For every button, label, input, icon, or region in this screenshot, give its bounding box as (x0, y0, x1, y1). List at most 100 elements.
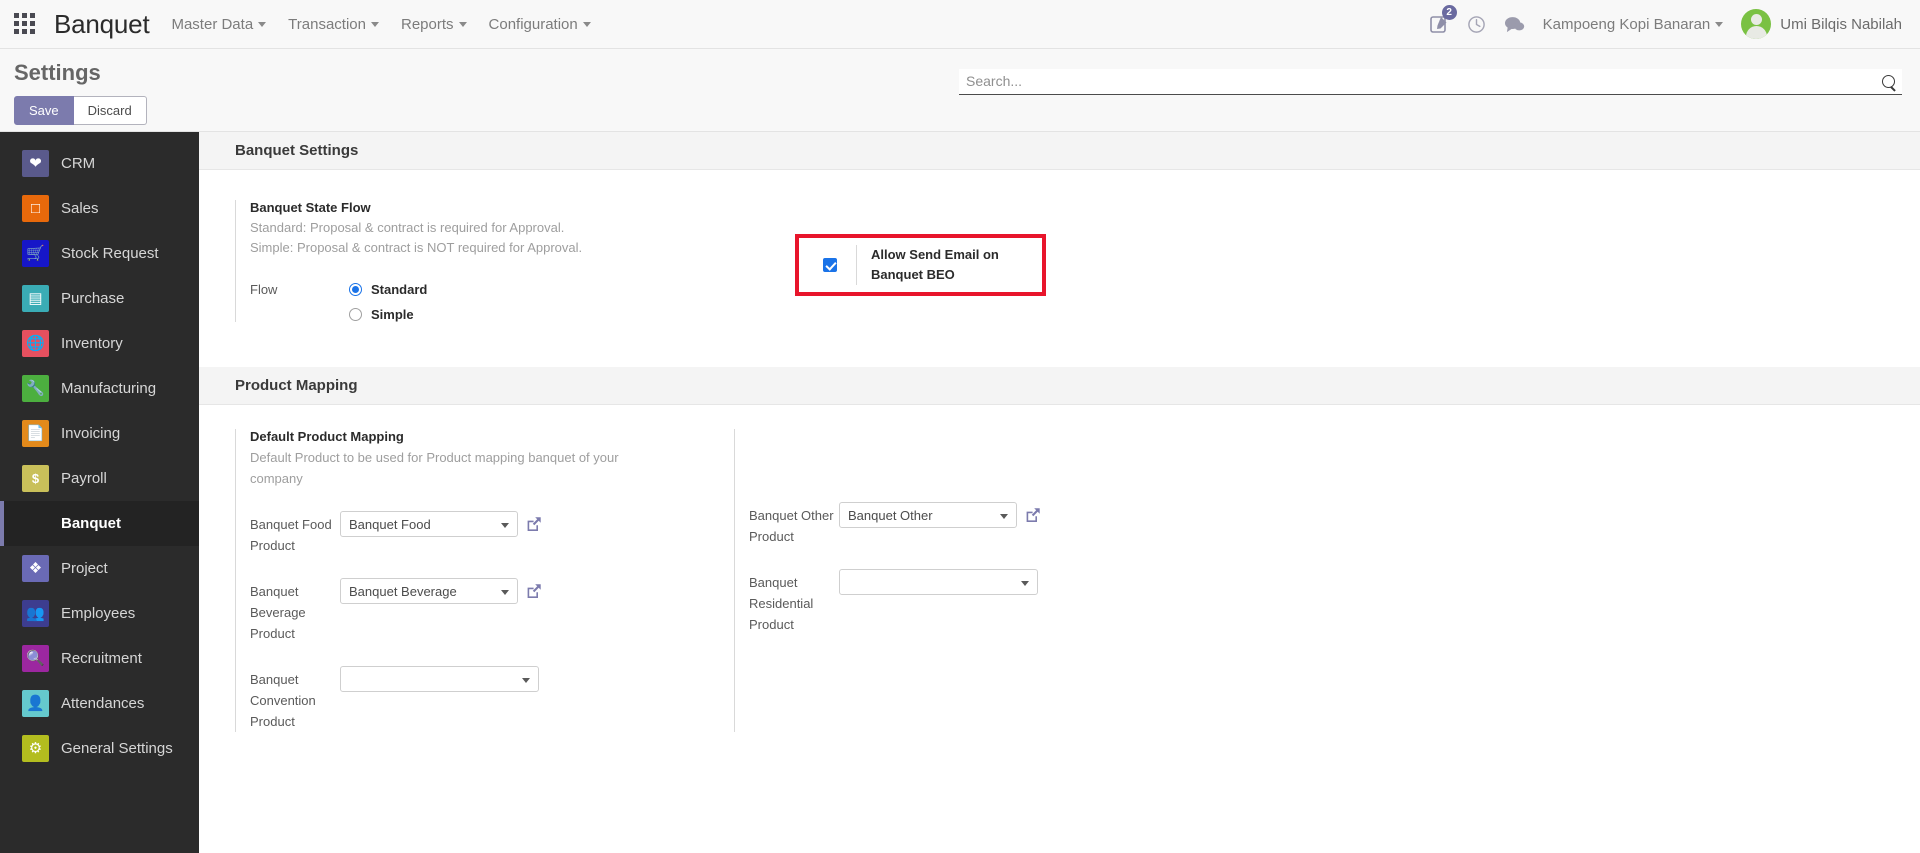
product-mapping-body: Default Product Mapping Default Product … (199, 405, 1920, 732)
select-value: Banquet Other (848, 507, 933, 523)
field-banquet-other-product: Banquet Other Product Banquet Other (749, 502, 1233, 547)
menu-master-data-label: Master Data (171, 15, 254, 33)
sidebar-item-label: Sales (61, 200, 99, 217)
chat-bubble-icon (1504, 16, 1524, 32)
flow-label: Flow (250, 282, 278, 297)
sidebar-item-sales[interactable]: □ Sales (0, 186, 199, 231)
radio-flow-simple[interactable]: Simple (349, 307, 427, 322)
external-link-icon[interactable] (526, 516, 542, 532)
default-product-mapping-desc: Default Product to be used for Product m… (250, 450, 619, 486)
apps-grid-icon[interactable] (14, 13, 36, 35)
control-panel: Settings Save Discard (0, 49, 1920, 132)
attendances-icon: 👤 (22, 690, 49, 717)
banquet-beverage-product-select[interactable]: Banquet Beverage (340, 578, 518, 604)
radio-flow-simple-label: Simple (371, 307, 414, 322)
default-product-mapping-title: Default Product Mapping (250, 429, 404, 444)
chevron-down-icon (522, 678, 530, 683)
sidebar-item-general-settings[interactable]: ⚙ General Settings (0, 726, 199, 771)
menu-transaction[interactable]: Transaction (288, 16, 379, 33)
general-settings-icon: ⚙ (22, 735, 49, 762)
field-label: Banquet Food Product (250, 517, 332, 553)
manufacturing-icon: 🔧 (22, 375, 49, 402)
allow-send-email-label: Allow Send Email on Banquet BEO (871, 247, 999, 282)
clock-icon[interactable] (1467, 15, 1486, 34)
sidebar-item-label: Project (61, 560, 108, 577)
sidebar-item-label: Banquet (61, 515, 121, 532)
search-icon[interactable] (1882, 74, 1895, 88)
save-button[interactable]: Save (14, 96, 74, 125)
discard-button[interactable]: Discard (73, 96, 147, 125)
field-label: Banquet Residential Product (749, 575, 814, 632)
chevron-down-icon (1021, 581, 1029, 586)
main-menu: Master Data Transaction Reports Configur… (171, 15, 591, 33)
activities-icon[interactable]: 2 (1429, 5, 1457, 34)
sidebar-item-project[interactable]: ❖ Project (0, 546, 199, 591)
radio-mark-icon (349, 283, 362, 296)
chevron-down-icon (370, 22, 379, 28)
sidebar-item-inventory[interactable]: 🌐 Inventory (0, 321, 199, 366)
sidebar-item-label: Purchase (61, 290, 125, 307)
external-link-icon[interactable] (1025, 507, 1041, 523)
navbar-right-group: 2 Kampoeng Kopi Banaran Umi Bilqis Nabil… (1429, 5, 1902, 39)
search-bar[interactable] (959, 69, 1902, 95)
menu-reports[interactable]: Reports (401, 16, 467, 33)
company-name-label: Kampoeng Kopi Banaran (1542, 15, 1711, 33)
chevron-down-icon (1000, 514, 1008, 519)
banquet-other-product-select[interactable]: Banquet Other (839, 502, 1017, 528)
radio-flow-standard-label: Standard (371, 282, 428, 297)
product-mapping-header: Product Mapping (199, 367, 1920, 405)
purchase-icon: ▤ (22, 285, 49, 312)
sidebar-item-purchase[interactable]: ▤ Purchase (0, 276, 199, 321)
chevron-down-icon (582, 22, 591, 28)
crm-icon: ❤ (22, 150, 49, 177)
inventory-icon: 🌐 (22, 330, 49, 357)
messages-icon[interactable] (1504, 15, 1525, 34)
sidebar-item-label: Attendances (61, 695, 145, 712)
sidebar-item-recruitment[interactable]: 🔍 Recruitment (0, 636, 199, 681)
sidebar-item-label: Manufacturing (61, 380, 157, 397)
sidebar-item-attendances[interactable]: 👤 Attendances (0, 681, 199, 726)
search-input[interactable] (964, 72, 1882, 90)
sidebar-item-stock-request[interactable]: 🛒 Stock Request (0, 231, 199, 276)
action-buttons: Save Discard (14, 96, 1902, 125)
field-banquet-convention-product: Banquet Convention Product (250, 666, 734, 732)
banquet-settings-body: Banquet State Flow Standard: Proposal & … (199, 170, 1920, 367)
sidebar-item-banquet[interactable]: Banquet (0, 501, 199, 546)
activities-badge: 2 (1441, 5, 1457, 20)
project-icon: ❖ (22, 555, 49, 582)
banquet-convention-product-select[interactable] (340, 666, 539, 692)
sidebar-item-label: Recruitment (61, 650, 142, 667)
menu-configuration[interactable]: Configuration (489, 16, 591, 33)
state-flow-title: Banquet State Flow (250, 200, 371, 215)
field-label: Banquet Convention Product (250, 672, 316, 729)
chevron-down-icon (501, 590, 509, 595)
banquet-food-product-select[interactable]: Banquet Food (340, 511, 518, 537)
sidebar-item-employees[interactable]: 👥 Employees (0, 591, 199, 636)
menu-transaction-label: Transaction (288, 15, 366, 33)
settings-sidebar: ❤ CRM □ Sales 🛒 Stock Request ▤ Purchase… (0, 132, 199, 853)
sidebar-item-payroll[interactable]: $ Payroll (0, 456, 199, 501)
settings-content: Banquet Settings Banquet State Flow Stan… (199, 132, 1920, 853)
flow-radio-group: Standard Simple (349, 282, 427, 322)
radio-flow-standard[interactable]: Standard (349, 282, 427, 297)
field-banquet-beverage-product: Banquet Beverage Product Banquet Beverag… (250, 578, 734, 644)
app-brand-title[interactable]: Banquet (54, 9, 150, 40)
external-link-icon[interactable] (526, 583, 542, 599)
chevron-down-icon (458, 22, 467, 28)
sidebar-item-label: CRM (61, 155, 96, 172)
field-label: Banquet Other Product (749, 508, 834, 544)
sidebar-item-manufacturing[interactable]: 🔧 Manufacturing (0, 366, 199, 411)
allow-send-email-checkbox[interactable] (823, 258, 837, 272)
banquet-residential-product-select[interactable] (839, 569, 1038, 595)
default-product-mapping-block: Default Product Mapping Default Product … (235, 429, 734, 732)
field-banquet-food-product: Banquet Food Product Banquet Food (250, 511, 734, 556)
avatar (1741, 9, 1772, 39)
menu-master-data[interactable]: Master Data (171, 15, 267, 33)
top-navbar: Banquet Master Data Transaction Reports … (0, 0, 1920, 49)
user-menu[interactable]: Umi Bilqis Nabilah (1741, 9, 1902, 39)
recruitment-icon: 🔍 (22, 645, 49, 672)
sidebar-item-invoicing[interactable]: 📄 Invoicing (0, 411, 199, 456)
company-switcher[interactable]: Kampoeng Kopi Banaran (1543, 16, 1724, 33)
clock-glyph (1467, 15, 1485, 33)
sidebar-item-crm[interactable]: ❤ CRM (0, 141, 199, 186)
